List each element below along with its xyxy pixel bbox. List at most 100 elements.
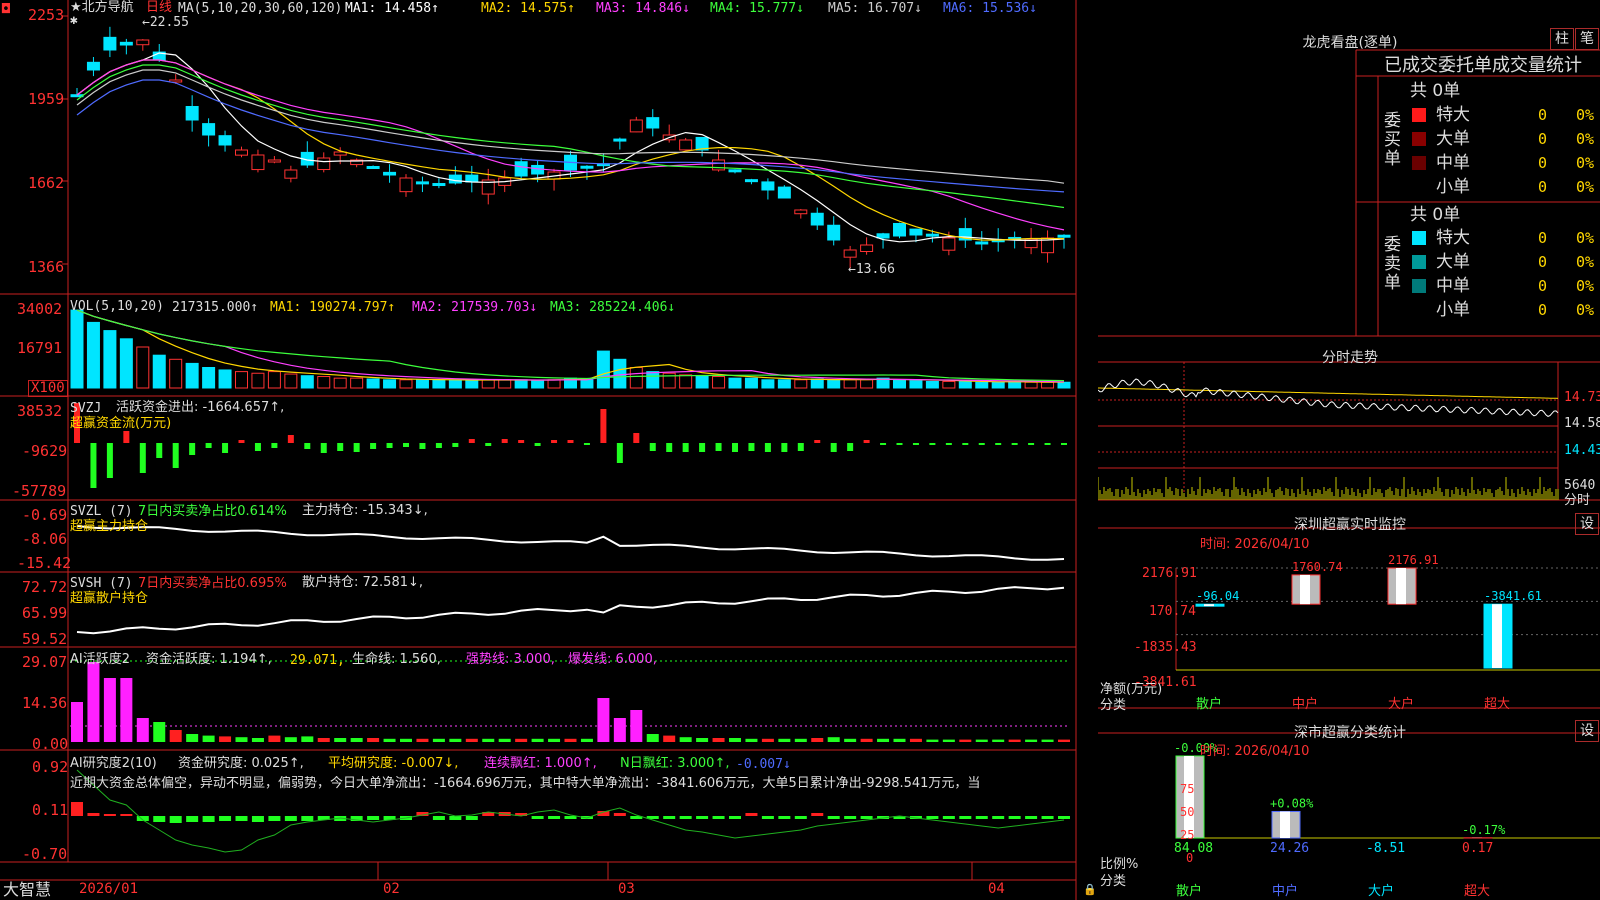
classify-axis-tick: 75 bbox=[1180, 782, 1195, 796]
tab-orders[interactable]: 委托单 bbox=[1438, 55, 1492, 77]
stock-name[interactable]: ★北方导航 bbox=[70, 0, 134, 15]
fund-flow-bar bbox=[254, 443, 261, 451]
activity-bar bbox=[613, 718, 626, 742]
activity-bar bbox=[219, 736, 232, 742]
fund-flow-bar bbox=[649, 443, 656, 451]
volume-bar bbox=[70, 309, 84, 389]
activity-bar bbox=[1058, 739, 1070, 742]
classify-change-label: +0.08% bbox=[1270, 796, 1314, 810]
research-bar bbox=[811, 813, 824, 816]
candle-body bbox=[925, 233, 939, 237]
monitor-value-label: -96.04 bbox=[1196, 589, 1239, 603]
fund-flow-bar bbox=[403, 443, 409, 447]
ai-research-title: AI研究度2(10) bbox=[70, 756, 157, 771]
buy-row-percent: 0% bbox=[1576, 106, 1595, 124]
fund-flow-bar bbox=[616, 443, 623, 463]
research-bar bbox=[1008, 816, 1021, 819]
fund-flow-bar bbox=[764, 443, 771, 452]
pen-view-button[interactable]: 笔 bbox=[1575, 28, 1599, 50]
fund-flow-bar bbox=[567, 440, 574, 443]
activity-bar bbox=[844, 738, 857, 742]
category-label: 中户 bbox=[1272, 884, 1299, 899]
activity-bar bbox=[992, 739, 1005, 742]
tab-traded[interactable]: 已成交 bbox=[1384, 55, 1438, 77]
intraday-title: 分时走势 bbox=[1322, 350, 1378, 366]
volume-bar bbox=[169, 358, 183, 389]
activity-bar bbox=[712, 738, 725, 742]
classify-bar-highlight bbox=[1280, 811, 1290, 838]
period-label[interactable]: 日线 bbox=[146, 0, 172, 15]
volume-bar bbox=[317, 376, 331, 389]
research-bar bbox=[926, 816, 939, 819]
research-bar bbox=[827, 816, 840, 819]
volume-bar bbox=[383, 379, 397, 389]
candle-body bbox=[761, 181, 775, 191]
sell-row-name: 特大 bbox=[1436, 228, 1470, 248]
activity-bar bbox=[1008, 739, 1021, 742]
research-bar bbox=[1041, 816, 1054, 819]
vol-axis-tick: 34002 bbox=[17, 300, 63, 318]
buy-row-name: 小单 bbox=[1436, 177, 1470, 197]
intraday-vol-tick: 5640 bbox=[1564, 478, 1596, 493]
fund-flow-bar bbox=[551, 440, 558, 443]
activity-bar bbox=[679, 737, 692, 742]
fund-flow-bar bbox=[156, 443, 163, 458]
candle-body bbox=[810, 212, 824, 226]
activity-bar bbox=[975, 739, 988, 742]
research-bar bbox=[186, 816, 199, 822]
research-bar bbox=[301, 816, 314, 821]
volume-bar bbox=[399, 379, 413, 389]
category-label: 大户 bbox=[1388, 697, 1415, 712]
monitor-title: 深圳超赢实时监控 bbox=[1294, 517, 1406, 533]
research-bar bbox=[465, 816, 478, 820]
tab-volume-stats[interactable]: 成交量统计 bbox=[1492, 55, 1582, 77]
volume-bar bbox=[1041, 381, 1055, 389]
fund-flow-bar bbox=[912, 443, 919, 445]
svsh-subtitle: 超赢散户持仓 bbox=[70, 591, 149, 606]
fund-flow-bar bbox=[633, 433, 640, 443]
monitor-settings-button[interactable]: 设 bbox=[1575, 513, 1599, 535]
research-bar bbox=[367, 816, 380, 820]
fund-flow-bar bbox=[1061, 443, 1067, 445]
candle-body bbox=[185, 106, 199, 121]
classify-settings-button[interactable]: 设 bbox=[1575, 720, 1599, 742]
volume-bar bbox=[300, 375, 314, 389]
fund-flow-bar bbox=[732, 443, 738, 452]
classify-ratio-label: 84.08 bbox=[1174, 841, 1213, 856]
activity-bar bbox=[71, 702, 83, 742]
lock-icon[interactable]: 🔒 bbox=[1083, 882, 1097, 897]
vol-ma1: MA1: 190274.797↑ bbox=[270, 300, 396, 315]
ma6-value: MA6: 15.536↓ bbox=[943, 1, 1037, 16]
sell-row-count: 0 bbox=[1538, 277, 1548, 295]
activity-bar bbox=[268, 735, 281, 742]
category-label: 散户 bbox=[1176, 884, 1203, 899]
buy-color-swatch bbox=[1412, 108, 1426, 122]
volume-bar bbox=[531, 380, 545, 389]
fund-flow-bar bbox=[978, 443, 985, 445]
candle-body bbox=[218, 135, 232, 146]
volume-bar bbox=[827, 379, 841, 389]
fund-flow-bar bbox=[781, 443, 788, 452]
research-bar bbox=[251, 816, 264, 822]
svsh-axis-tick: 72.72 bbox=[22, 578, 68, 596]
candle-body bbox=[432, 183, 446, 187]
research-bar bbox=[202, 816, 215, 822]
volume-bar bbox=[728, 377, 742, 389]
category-label: 中户 bbox=[1292, 697, 1319, 712]
activity-bar bbox=[646, 734, 659, 742]
svzl-subtitle: 超赢主力持仓 bbox=[70, 519, 149, 534]
bar-view-button[interactable]: 柱 bbox=[1550, 28, 1574, 50]
fund-flow-bar bbox=[353, 443, 360, 452]
activity-bar bbox=[515, 738, 528, 742]
activity-bar bbox=[877, 738, 890, 742]
svzl-ratio: 7日内买卖净占比0.614% bbox=[138, 504, 287, 519]
activity-bar bbox=[778, 738, 791, 742]
fund-flow-bar bbox=[106, 443, 113, 478]
price-axis-tick: 2253 bbox=[28, 6, 65, 24]
sell-row-name: 中单 bbox=[1436, 276, 1470, 296]
retail-holding-line bbox=[76, 586, 1065, 635]
research-bar bbox=[564, 816, 577, 819]
vol-axis-tick: 16791 bbox=[17, 339, 63, 357]
fund-flow-bar bbox=[485, 443, 492, 446]
candle-body bbox=[876, 233, 890, 239]
